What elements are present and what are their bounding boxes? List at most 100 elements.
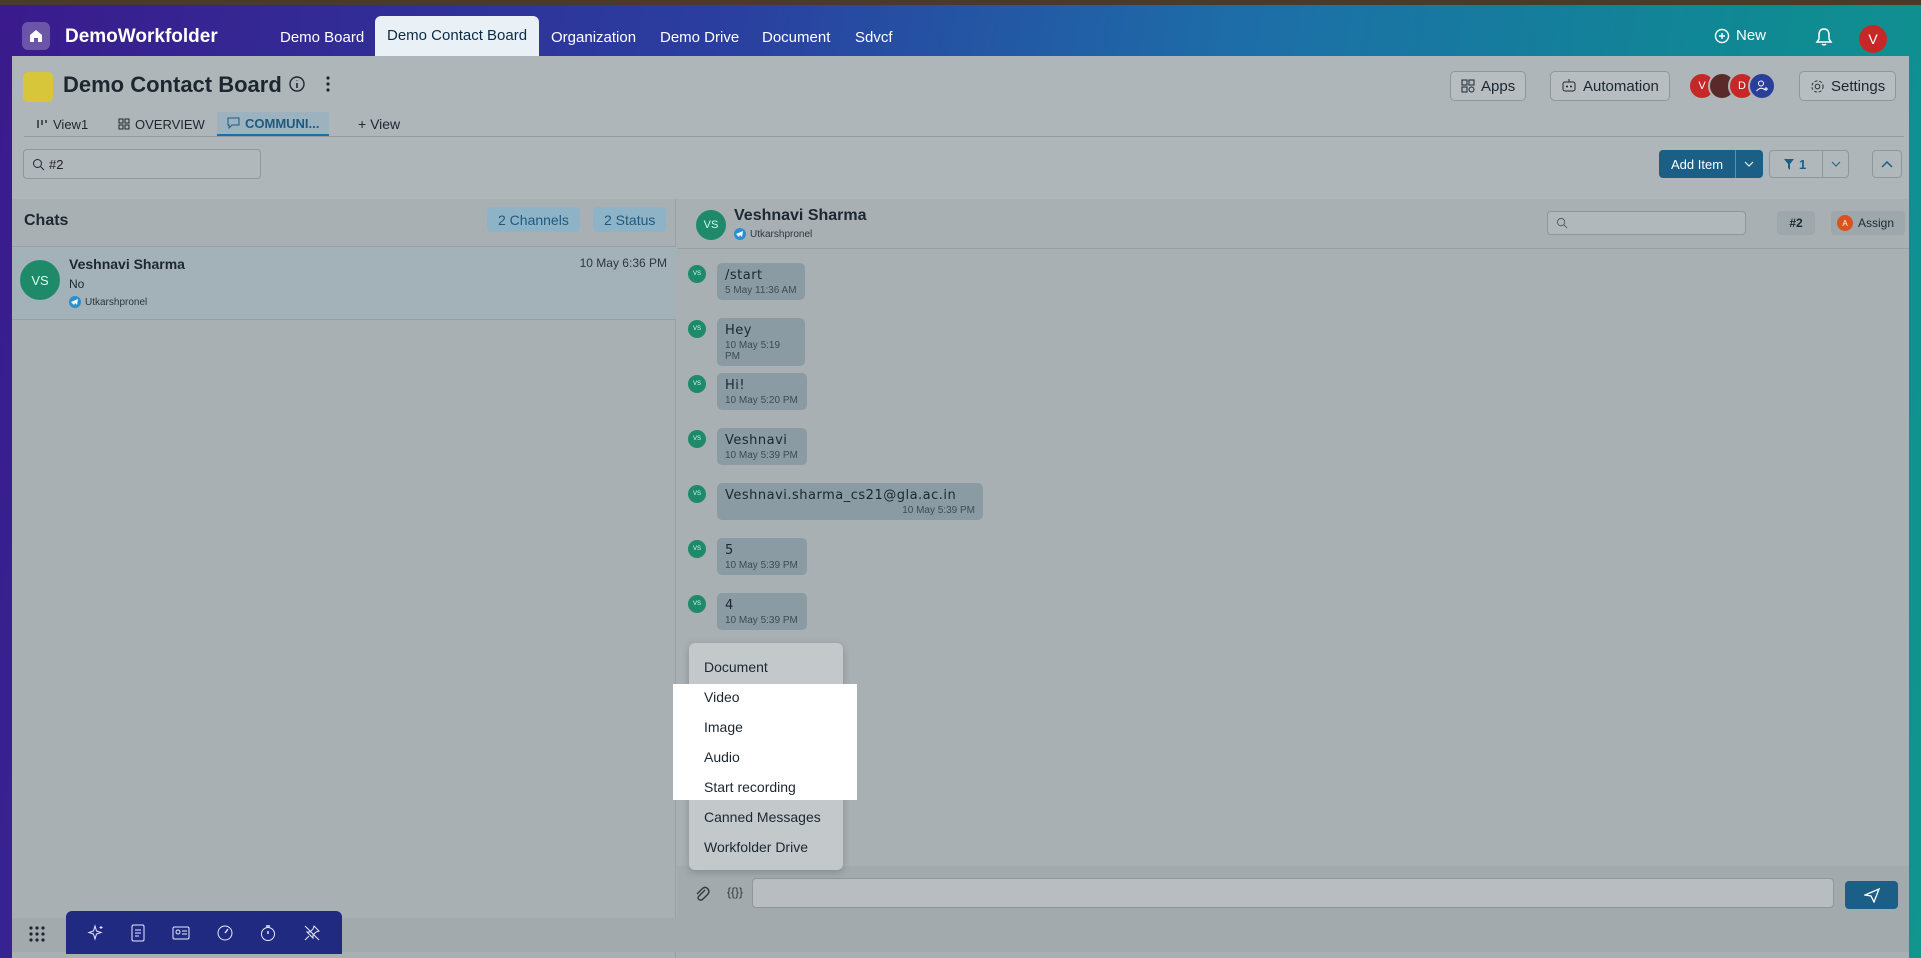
- assign-label: Assign: [1858, 216, 1895, 230]
- speedometer-icon[interactable]: [216, 924, 234, 942]
- new-button-label: New: [1736, 27, 1767, 44]
- settings-button[interactable]: Settings: [1799, 71, 1897, 101]
- view-tab-overview[interactable]: OVERVIEW: [118, 112, 205, 136]
- app-launcher-icon[interactable]: [28, 925, 46, 943]
- apps-button[interactable]: Apps: [1450, 71, 1527, 101]
- plus-circle-icon: [1714, 28, 1730, 43]
- workspace-name[interactable]: DemoWorkfolder: [65, 26, 218, 48]
- notes-icon[interactable]: [130, 924, 146, 942]
- channels-filter[interactable]: 2 Channels: [487, 207, 580, 232]
- menu-item-audio[interactable]: Audio: [704, 749, 740, 765]
- message-bubble: Hey 10 May 5:19 PM: [717, 318, 805, 366]
- nav-tab-demo-contact-board[interactable]: Demo Contact Board: [375, 16, 540, 56]
- message-bubble: 5 10 May 5:39 PM: [717, 538, 807, 575]
- chat-list-item[interactable]: VS Veshnavi Sharma 10 May 6:36 PM No Utk…: [12, 246, 676, 320]
- add-view-button[interactable]: + View: [358, 112, 400, 136]
- id-card-icon[interactable]: [172, 925, 190, 941]
- message-time: 10 May 5:20 PM: [725, 395, 798, 406]
- new-button[interactable]: New: [1714, 27, 1766, 44]
- chevron-down-icon: [1831, 161, 1840, 167]
- user-avatar[interactable]: V: [1859, 25, 1887, 53]
- automation-button[interactable]: Automation: [1550, 71, 1670, 101]
- telegram-icon: [734, 228, 746, 240]
- timer-icon[interactable]: [259, 924, 277, 942]
- message-text: Veshnavi.sharma_cs21@gla.ac.in: [725, 488, 957, 503]
- message-avatar: VS: [688, 485, 706, 503]
- unpin-icon[interactable]: [303, 924, 321, 942]
- filter-icon: [1784, 158, 1794, 170]
- chat-contact-name: Veshnavi Sharma: [69, 256, 185, 272]
- message-time: 10 May 5:39 PM: [725, 450, 798, 461]
- message-text: /start: [725, 268, 763, 283]
- status-filter[interactable]: 2 Status: [593, 207, 667, 232]
- more-options-icon[interactable]: [324, 75, 332, 93]
- filter-button[interactable]: 1: [1769, 150, 1849, 178]
- chat-handle-row: Utkarshpronel: [69, 296, 147, 308]
- add-item-label: Add Item: [1671, 156, 1724, 172]
- filter-dropdown[interactable]: [1822, 151, 1848, 177]
- nav-tab-demo-drive[interactable]: Demo Drive: [660, 29, 739, 46]
- message-time: 10 May 5:19 PM: [725, 340, 781, 362]
- bell-icon: [1815, 28, 1833, 46]
- grid-icon: [118, 118, 130, 130]
- nav-tab-organization[interactable]: Organization: [551, 29, 636, 46]
- contact-avatar: VS: [20, 260, 60, 300]
- send-button[interactable]: [1845, 881, 1898, 909]
- view-tab-view1[interactable]: View1: [36, 112, 88, 136]
- conversation-search-input[interactable]: [1547, 211, 1746, 235]
- send-icon: [1863, 887, 1880, 903]
- settings-label: Settings: [1831, 77, 1886, 95]
- message-avatar: VS: [688, 320, 706, 338]
- menu-item-document[interactable]: Document: [704, 659, 768, 675]
- add-item-button[interactable]: Add Item: [1659, 150, 1763, 178]
- chevron-up-icon: [1881, 160, 1893, 168]
- message-avatar: VS: [688, 595, 706, 613]
- collapse-button[interactable]: [1872, 150, 1902, 178]
- home-button[interactable]: [22, 22, 50, 50]
- info-icon[interactable]: [288, 75, 306, 93]
- add-user-icon: [1756, 80, 1768, 92]
- board-search-input[interactable]: #2: [23, 149, 261, 179]
- app-area: Demo Contact Board Apps Automation V D S…: [12, 56, 1909, 958]
- notifications-button[interactable]: [1815, 27, 1833, 50]
- message-bubble: Hi! 10 May 5:20 PM: [717, 373, 807, 410]
- filter-count: 1: [1799, 156, 1807, 172]
- message-time: 10 May 5:39 PM: [725, 615, 798, 626]
- view-tab-communication[interactable]: COMMUNI...: [217, 112, 330, 136]
- message-bubble: /start 5 May 11:36 AM: [717, 263, 805, 300]
- menu-item-workfolder-drive[interactable]: Workfolder Drive: [704, 839, 808, 855]
- message-time: 10 May 5:39 PM: [902, 505, 975, 516]
- view-tab-label: COMMUNI...: [245, 115, 320, 131]
- add-item-dropdown[interactable]: [1735, 150, 1761, 178]
- nav-tab-document[interactable]: Document: [762, 29, 830, 46]
- menu-item-video[interactable]: Video: [704, 689, 740, 705]
- conversation-avatar: VS: [696, 210, 726, 240]
- views-divider: [24, 136, 1904, 137]
- assign-avatar: A: [1837, 215, 1853, 231]
- message-text: 5: [725, 543, 734, 558]
- sparkle-icon[interactable]: [87, 923, 105, 942]
- apps-label: Apps: [1481, 77, 1516, 95]
- message-input[interactable]: [752, 878, 1834, 908]
- message-time: 10 May 5:39 PM: [725, 560, 798, 571]
- search-icon: [33, 158, 45, 170]
- paperclip-icon[interactable]: [694, 885, 710, 902]
- menu-item-image[interactable]: Image: [704, 719, 743, 735]
- nav-tab-demo-board[interactable]: Demo Board: [280, 29, 364, 46]
- view-tab-label: OVERVIEW: [135, 116, 205, 132]
- menu-item-start-recording[interactable]: Start recording: [704, 779, 796, 795]
- board-header: Demo Contact Board Apps Automation V D S…: [12, 56, 1909, 199]
- conversation-tag[interactable]: #2: [1777, 211, 1815, 235]
- chat-icon: [227, 117, 240, 129]
- assign-button[interactable]: A Assign: [1831, 211, 1905, 235]
- apps-grid-icon: [1461, 79, 1475, 93]
- add-member-avatar[interactable]: [1748, 72, 1776, 100]
- menu-item-canned-messages[interactable]: Canned Messages: [704, 809, 821, 825]
- message-text: 4: [725, 598, 734, 613]
- message-avatar: VS: [688, 265, 706, 283]
- conversation-handle: Utkarshpronel: [750, 228, 813, 240]
- message-time: 5 May 11:36 AM: [725, 285, 797, 296]
- nav-tab-sdvcf[interactable]: Sdvcf: [855, 29, 893, 46]
- variables-button[interactable]: {{}}: [727, 885, 743, 899]
- message-avatar: VS: [688, 375, 706, 393]
